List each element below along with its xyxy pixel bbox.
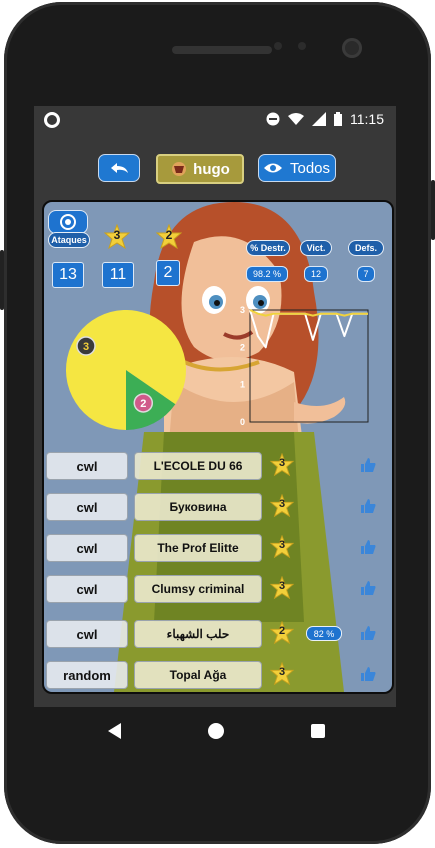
victories-value: 12 (304, 266, 328, 282)
wifi-icon (288, 113, 304, 125)
thumbs-up-icon[interactable] (360, 580, 376, 596)
thumbs-up-icon[interactable] (360, 666, 376, 682)
row-star-count: 2 (278, 625, 286, 637)
opponent-clan-button[interactable]: The Prof Elitte (134, 534, 262, 562)
status-bar: 11:15 (34, 106, 396, 134)
destruction-label: % Destr. (246, 240, 290, 256)
attack-type-button[interactable]: cwl (46, 534, 128, 562)
battery-icon (334, 112, 342, 126)
row-star-count: 3 (278, 666, 286, 678)
attack-type-button[interactable]: cwl (46, 493, 128, 521)
nav-home-icon[interactable] (207, 722, 225, 740)
eye-icon (263, 163, 282, 173)
do-not-disturb-icon (266, 112, 280, 126)
two-star-label: 2 (165, 228, 173, 242)
opponent-clan-button[interactable]: Topal Ağa (134, 661, 262, 689)
two-star-count: 2 (156, 260, 180, 286)
thumbs-up-icon[interactable] (360, 625, 376, 641)
pie-slice-label: 3 (83, 341, 89, 353)
nav-recents-icon[interactable] (310, 723, 326, 739)
row-star-count: 3 (278, 498, 286, 510)
app-screen: 11:15 hugo Todos Ataques 3 2 % Destr. Vi… (34, 106, 396, 707)
y-tick-label: 1 (240, 380, 245, 390)
opponent-clan-button[interactable]: حلب الشهباء (134, 620, 262, 648)
pie-slice-label: 2 (140, 398, 146, 410)
thumbs-up-icon[interactable] (360, 539, 376, 555)
attack-type-button[interactable]: cwl (46, 452, 128, 480)
filter-label: Todos (289, 159, 331, 177)
row-star-count: 3 (278, 539, 286, 551)
opponent-clan-button[interactable]: L'ECOLE DU 66 (134, 452, 262, 480)
stars-line-chart: 0 1 2 3 (240, 306, 369, 427)
signal-icon (312, 112, 326, 126)
filter-button[interactable]: Todos (258, 154, 336, 182)
status-icons: 11:15 (266, 111, 384, 127)
y-tick-label: 2 (240, 342, 245, 352)
opponent-clan-button[interactable]: Clumsy criminal (134, 575, 262, 603)
nav-back-icon[interactable] (106, 722, 124, 740)
attacks-label: Ataques (48, 232, 90, 248)
back-button[interactable] (98, 154, 140, 182)
y-tick-label: 0 (240, 417, 245, 427)
notification-dot-icon (44, 112, 60, 128)
front-camera (342, 38, 362, 58)
barbarian-icon (172, 162, 187, 176)
light-sensor (298, 42, 306, 50)
row-star-count: 3 (278, 580, 286, 592)
thumbs-up-icon[interactable] (360, 457, 376, 473)
attack-type-button[interactable]: random (46, 661, 128, 689)
victories-label: Vict. (300, 240, 332, 256)
row-star-count: 3 (278, 457, 286, 469)
player-selector-button[interactable]: hugo (156, 154, 244, 184)
opponent-clan-button[interactable]: Буковина (134, 493, 262, 521)
row-destruction-pct: 82 % (306, 626, 342, 641)
proximity-sensor (274, 42, 282, 50)
hero-illustration (114, 202, 346, 692)
y-tick-label: 3 (240, 306, 245, 315)
three-star-count: 11 (102, 262, 134, 288)
stats-panel: Ataques 3 2 % Destr. Vict. Defs. 13 11 2… (42, 200, 394, 694)
player-name: hugo (193, 160, 230, 178)
destruction-value: 98.2 % (246, 266, 288, 282)
attack-type-button[interactable]: cwl (46, 575, 128, 603)
thumbs-up-icon[interactable] (360, 498, 376, 514)
power-button (431, 180, 435, 240)
top-toolbar: hugo Todos (34, 154, 396, 184)
attacks-count: 13 (52, 262, 84, 288)
shutter-icon (60, 214, 76, 230)
defenses-value: 7 (357, 266, 375, 282)
earpiece-speaker (172, 46, 272, 54)
attack-type-button[interactable]: cwl (46, 620, 128, 648)
stars-pie-chart: 23 (66, 310, 186, 430)
attacks-camera-button[interactable] (48, 210, 88, 234)
volume-button (0, 250, 4, 310)
defenses-label: Defs. (348, 240, 384, 256)
undo-icon (111, 163, 128, 173)
clock: 11:15 (350, 111, 384, 127)
line-series-1 (249, 309, 368, 317)
three-star-label: 3 (113, 228, 121, 242)
